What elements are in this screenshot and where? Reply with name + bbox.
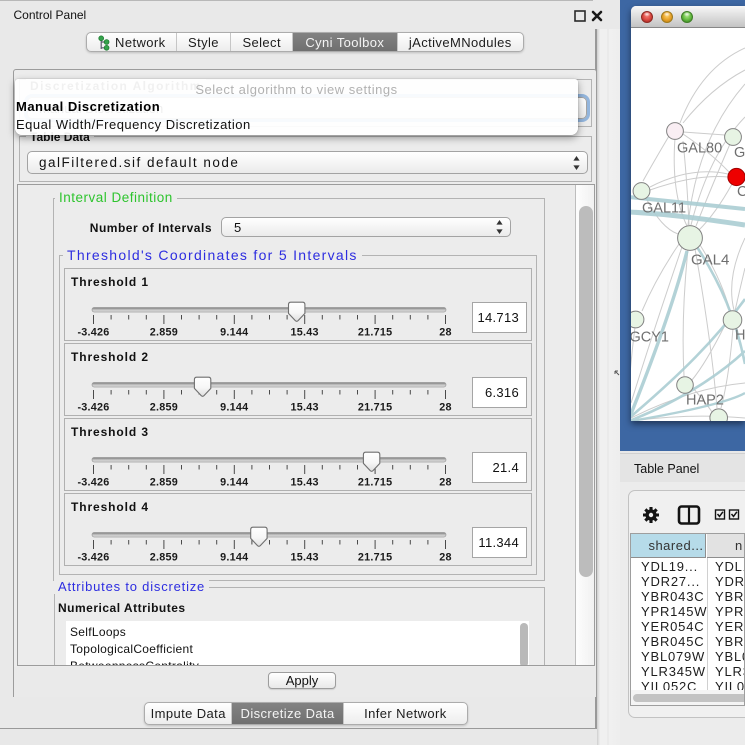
svg-text:28: 28 [439,477,452,489]
svg-text:GAL80: GAL80 [677,141,722,157]
svg-text:28: 28 [439,402,452,414]
svg-text:21.715: 21.715 [358,327,393,339]
svg-text:H: H [735,328,745,344]
svg-text:15.43: 15.43 [291,327,319,339]
svg-text:2.859: 2.859 [150,402,178,414]
svg-text:21.715: 21.715 [358,402,393,414]
svg-text:15.43: 15.43 [291,477,319,489]
svg-text:-3.426: -3.426 [77,402,109,414]
svg-text:9.144: 9.144 [220,402,248,414]
svg-text:2.859: 2.859 [150,477,178,489]
svg-text:9.144: 9.144 [220,552,248,564]
svg-text:GAL7: GAL7 [734,145,745,161]
svg-text:-3.426: -3.426 [77,477,109,489]
svg-text:GCY1: GCY1 [631,330,669,346]
svg-text:GAL4: GAL4 [691,251,729,268]
svg-text:9.144: 9.144 [220,327,248,339]
svg-text:2.859: 2.859 [150,327,178,339]
svg-text:C: C [737,184,745,200]
svg-text:9.144: 9.144 [220,477,248,489]
svg-text:15.43: 15.43 [291,552,319,564]
svg-text:HAP2: HAP2 [686,393,724,409]
svg-text:21.715: 21.715 [358,477,393,489]
svg-text:-3.426: -3.426 [77,552,109,564]
svg-text:15.43: 15.43 [291,402,319,414]
svg-text:28: 28 [439,552,452,564]
svg-text:28: 28 [439,327,452,339]
svg-text:21.715: 21.715 [358,552,393,564]
svg-text:GAL11: GAL11 [642,201,686,217]
svg-text:2.859: 2.859 [150,552,178,564]
svg-text:-3.426: -3.426 [77,327,109,339]
